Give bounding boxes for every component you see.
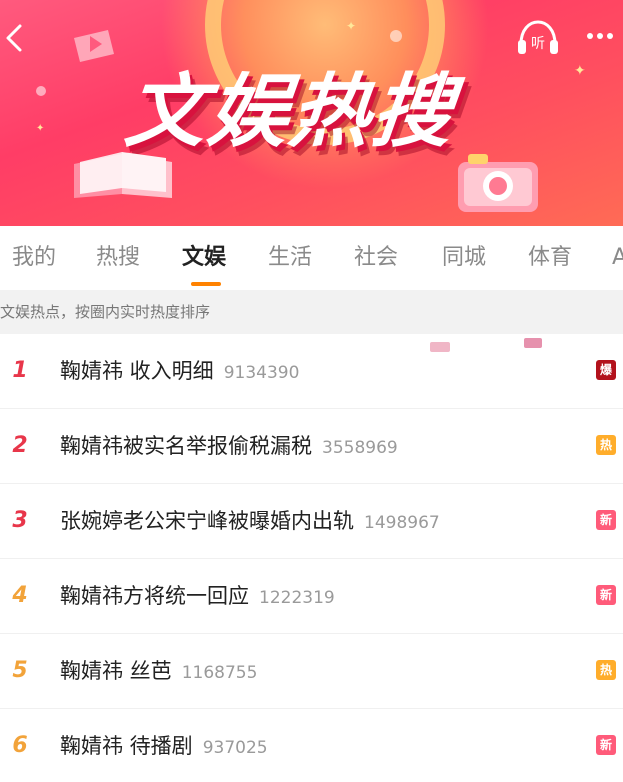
rank-number: 4 <box>12 583 28 608</box>
rank-number: 1 <box>12 358 28 383</box>
camera-icon <box>458 154 538 212</box>
tab-mine[interactable]: 我的 <box>12 242 56 274</box>
tab-local[interactable]: 同城 <box>442 242 486 274</box>
tab-entertainment[interactable]: 文娱 <box>182 242 226 274</box>
book-icon <box>74 152 172 198</box>
item-text: 鞠婧祎 收入明细 9134390 <box>60 353 299 389</box>
topic-title[interactable]: 鞠婧祎被实名举报偷税漏税 <box>60 434 312 458</box>
active-tab-indicator <box>191 282 221 286</box>
listen-label: 听 <box>531 36 545 52</box>
status-badge: 热 <box>596 435 616 455</box>
sparkle-icon: ✦ <box>346 19 357 33</box>
list-subtitle: 文娱热点，按圈内实时热度排序 <box>0 290 623 334</box>
item-text: 鞠婧祎 丝芭 1168755 <box>60 653 257 689</box>
rank-number: 6 <box>12 733 28 758</box>
tab-society[interactable]: 社会 <box>354 242 398 274</box>
heat-count: 1222319 <box>259 588 335 608</box>
ticket-icon <box>74 30 114 62</box>
hero-banner: ✦ ✦ ✦ 听 文娱热搜 <box>0 0 623 226</box>
tab-hot-search[interactable]: 热搜 <box>96 242 140 274</box>
rank-number: 5 <box>12 658 28 683</box>
decor-dot <box>390 30 402 42</box>
banner-title: 文娱热搜 <box>121 65 459 158</box>
image-fragment <box>430 342 450 352</box>
image-fragment <box>524 338 542 348</box>
sparkle-icon: ✦ <box>36 123 45 134</box>
topic-title[interactable]: 鞠婧祎 收入明细 <box>60 359 214 383</box>
tab-more[interactable]: A <box>612 242 623 274</box>
heat-count: 937025 <box>202 738 268 758</box>
item-text: 鞠婧祎 待播剧 937025 <box>60 728 268 764</box>
status-badge: 新 <box>596 585 616 605</box>
headphones-icon[interactable]: 听 <box>515 18 561 58</box>
heat-count: 1168755 <box>181 663 258 683</box>
more-dots-icon[interactable] <box>580 26 620 46</box>
status-badge: 新 <box>596 735 616 755</box>
status-badge: 热 <box>596 660 616 680</box>
rank-number: 2 <box>12 433 28 458</box>
topic-title[interactable]: 鞠婧祎 丝芭 <box>60 659 172 683</box>
list-item[interactable]: 6 鞠婧祎 待播剧 937025 新 <box>0 709 623 782</box>
list-item[interactable]: 3 张婉婷老公宋宁峰被曝婚内出轨 1498967 新 <box>0 484 623 559</box>
list-item[interactable]: 1 鞠婧祎 收入明细 9134390 爆 <box>0 334 623 409</box>
topic-title[interactable]: 鞠婧祎 待播剧 <box>60 734 193 758</box>
rank-number: 3 <box>12 508 28 533</box>
topic-title[interactable]: 鞠婧祎方将统一回应 <box>60 584 249 608</box>
status-badge: 爆 <box>596 360 616 380</box>
tab-life[interactable]: 生活 <box>268 242 312 274</box>
status-badge: 新 <box>596 510 616 530</box>
item-text: 鞠婧祎被实名举报偷税漏税 3558969 <box>60 428 398 464</box>
heat-count: 9134390 <box>223 363 300 383</box>
topic-title[interactable]: 张婉婷老公宋宁峰被曝婚内出轨 <box>60 509 354 533</box>
heat-count: 3558969 <box>322 438 398 458</box>
sparkle-icon: ✦ <box>574 63 586 79</box>
item-text: 鞠婧祎方将统一回应 1222319 <box>60 578 335 614</box>
heat-count: 1498967 <box>364 513 440 533</box>
list-item[interactable]: 2 鞠婧祎被实名举报偷税漏税 3558969 热 <box>0 409 623 484</box>
decor-dot <box>36 86 46 96</box>
item-text: 张婉婷老公宋宁峰被曝婚内出轨 1498967 <box>60 503 440 539</box>
tab-sports[interactable]: 体育 <box>528 242 572 274</box>
list-item[interactable]: 4 鞠婧祎方将统一回应 1222319 新 <box>0 559 623 634</box>
list-item[interactable]: 5 鞠婧祎 丝芭 1168755 热 <box>0 634 623 709</box>
chevron-left-icon[interactable] <box>2 20 26 56</box>
category-tabs: 我的 热搜 文娱 生活 社会 同城 体育 A <box>0 226 623 290</box>
